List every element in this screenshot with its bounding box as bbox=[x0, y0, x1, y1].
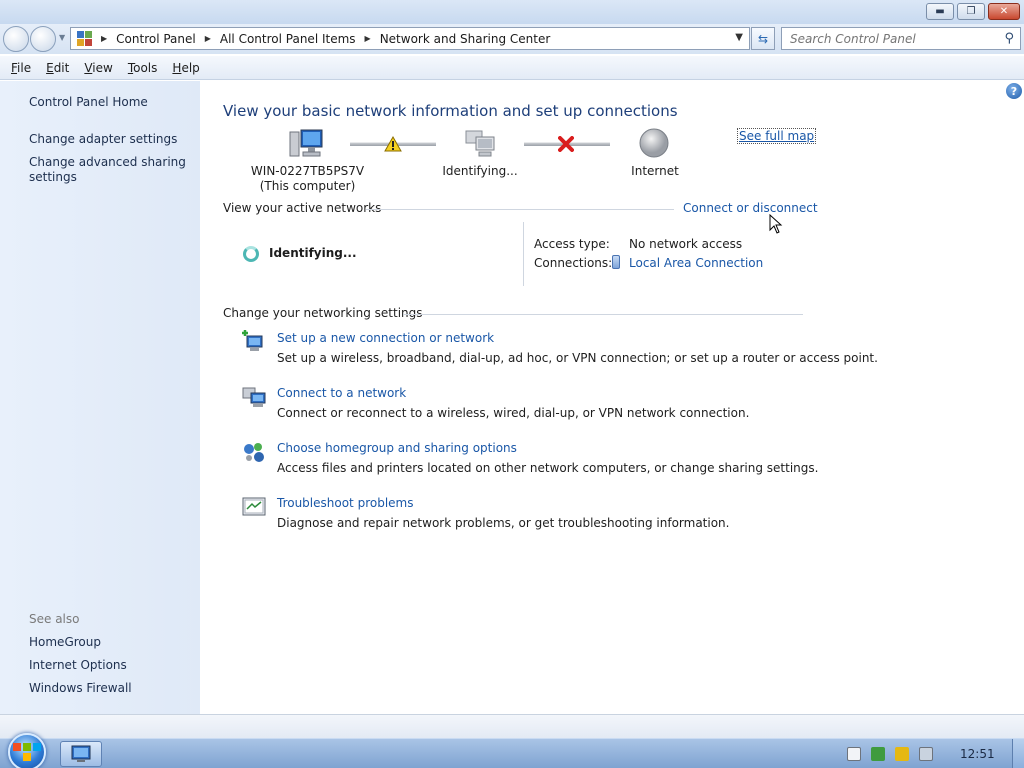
taskbar-clock[interactable]: 12:51 bbox=[960, 747, 995, 761]
main-content: ? View your basic network information an… bbox=[200, 81, 1024, 714]
menu-help[interactable]: Help bbox=[172, 61, 199, 75]
identifying-spinner-icon bbox=[243, 246, 259, 262]
start-button[interactable] bbox=[8, 733, 46, 768]
troubleshoot-desc: Diagnose and repair network problems, or… bbox=[277, 516, 730, 530]
homegroup-sharing-link[interactable]: Choose homegroup and sharing options bbox=[277, 441, 517, 455]
section-divider bbox=[403, 314, 803, 315]
internet-label: Internet bbox=[631, 164, 679, 178]
back-button[interactable] bbox=[3, 26, 29, 52]
sidebar-control-panel-home[interactable]: Control Panel Home bbox=[29, 95, 194, 110]
navigation-bar: ▼ ▶ Control Panel ▶ All Control Panel It… bbox=[0, 24, 1024, 54]
access-type-label: Access type: bbox=[534, 237, 610, 251]
maximize-button[interactable]: ❐ bbox=[957, 3, 985, 20]
chevron-right-icon[interactable]: ▶ bbox=[101, 34, 107, 43]
sidebar-homegroup[interactable]: HomeGroup bbox=[29, 635, 194, 650]
network-icon[interactable] bbox=[463, 128, 497, 160]
access-type-value: No network access bbox=[629, 237, 743, 251]
search-icon[interactable]: ⚲ bbox=[1004, 31, 1014, 46]
taskbar-network-app-button[interactable] bbox=[60, 741, 102, 767]
taskbar: 12:51 bbox=[0, 733, 1024, 768]
search-box[interactable]: ⚲ bbox=[781, 27, 1021, 50]
warning-icon bbox=[384, 136, 402, 152]
minimize-button[interactable]: ▬ bbox=[926, 3, 954, 20]
forward-button[interactable] bbox=[30, 26, 56, 52]
error-x-icon bbox=[558, 136, 574, 152]
menu-tools[interactable]: Tools bbox=[128, 61, 158, 75]
recent-pages-dropdown[interactable]: ▼ bbox=[59, 33, 65, 42]
search-input[interactable] bbox=[790, 31, 990, 46]
connect-to-network-link[interactable]: Connect to a network bbox=[277, 386, 406, 400]
menu-view[interactable]: View bbox=[84, 61, 112, 75]
address-dropdown-icon[interactable]: ▼ bbox=[735, 32, 743, 43]
menu-bar: File Edit View Tools Help bbox=[0, 56, 1024, 80]
homegroup-sharing-desc: Access files and printers located on oth… bbox=[277, 461, 819, 475]
local-area-connection-link[interactable]: Local Area Connection bbox=[629, 256, 763, 270]
troubleshoot-link[interactable]: Troubleshoot problems bbox=[277, 496, 413, 510]
ethernet-icon bbox=[612, 255, 620, 269]
networking-settings-heading: Change your networking settings bbox=[223, 306, 423, 320]
see-full-map-link[interactable]: See full map bbox=[737, 128, 817, 144]
network-box-divider bbox=[523, 222, 524, 286]
tray-volume-muted-icon[interactable] bbox=[919, 747, 933, 761]
troubleshoot-icon bbox=[242, 497, 266, 516]
network-status: Identifying... bbox=[269, 246, 357, 260]
breadcrumb-all-items[interactable]: All Control Panel Items bbox=[220, 32, 356, 46]
address-bar[interactable]: ▶ Control Panel ▶ All Control Panel Item… bbox=[70, 27, 750, 50]
connect-to-network-desc: Connect or reconnect to a wireless, wire… bbox=[277, 406, 750, 420]
homegroup-icon bbox=[244, 443, 264, 462]
sidebar-change-advanced-sharing[interactable]: Change advanced sharing settings bbox=[29, 155, 194, 185]
tray-security-icon[interactable] bbox=[871, 747, 885, 761]
help-icon[interactable]: ? bbox=[1006, 83, 1022, 99]
internet-globe-icon[interactable] bbox=[637, 128, 671, 160]
refresh-button[interactable]: ⇆ bbox=[751, 27, 775, 50]
connect-network-icon bbox=[242, 387, 266, 407]
computer-name: WIN-0227TB5PS7V bbox=[250, 164, 365, 178]
breadcrumb-network-sharing[interactable]: Network and Sharing Center bbox=[380, 32, 551, 46]
mouse-cursor-icon bbox=[769, 214, 783, 234]
sidebar-internet-options[interactable]: Internet Options bbox=[29, 658, 194, 673]
tray-action-center-icon[interactable] bbox=[895, 747, 909, 761]
network-node-label: Identifying... bbox=[442, 164, 518, 178]
chevron-right-icon[interactable]: ▶ bbox=[205, 34, 211, 43]
status-bar bbox=[0, 714, 1024, 738]
connections-label: Connections: bbox=[534, 256, 613, 270]
chevron-right-icon[interactable]: ▶ bbox=[365, 34, 371, 43]
sidebar: Control Panel Home Change adapter settin… bbox=[0, 81, 200, 714]
setup-new-connection-link[interactable]: Set up a new connection or network bbox=[277, 331, 494, 345]
connect-or-disconnect-link[interactable]: Connect or disconnect bbox=[683, 201, 818, 215]
computer-note: (This computer) bbox=[259, 179, 356, 193]
close-button[interactable]: ✕ bbox=[988, 3, 1020, 20]
setup-new-connection-desc: Set up a wireless, broadband, dial-up, a… bbox=[277, 351, 878, 365]
control-panel-icon bbox=[77, 30, 93, 47]
sidebar-windows-firewall[interactable]: Windows Firewall bbox=[29, 681, 194, 696]
window-title-bar: ▬ ❐ ✕ bbox=[0, 0, 1024, 24]
section-divider bbox=[366, 209, 674, 210]
new-connection-icon bbox=[242, 330, 263, 351]
network-window-icon bbox=[71, 745, 91, 762]
breadcrumb-control-panel[interactable]: Control Panel bbox=[116, 32, 196, 46]
show-desktop-button[interactable] bbox=[1012, 739, 1024, 768]
page-title: View your basic network information and … bbox=[223, 102, 678, 120]
see-also-heading: See also bbox=[29, 612, 80, 626]
computer-icon[interactable] bbox=[289, 128, 323, 160]
sidebar-change-adapter-settings[interactable]: Change adapter settings bbox=[29, 132, 194, 147]
menu-file[interactable]: File bbox=[11, 61, 31, 75]
menu-edit[interactable]: Edit bbox=[46, 61, 69, 75]
tray-flag-icon[interactable] bbox=[847, 747, 861, 761]
refresh-icon: ⇆ bbox=[757, 31, 769, 46]
active-networks-heading: View your active networks bbox=[223, 201, 382, 215]
